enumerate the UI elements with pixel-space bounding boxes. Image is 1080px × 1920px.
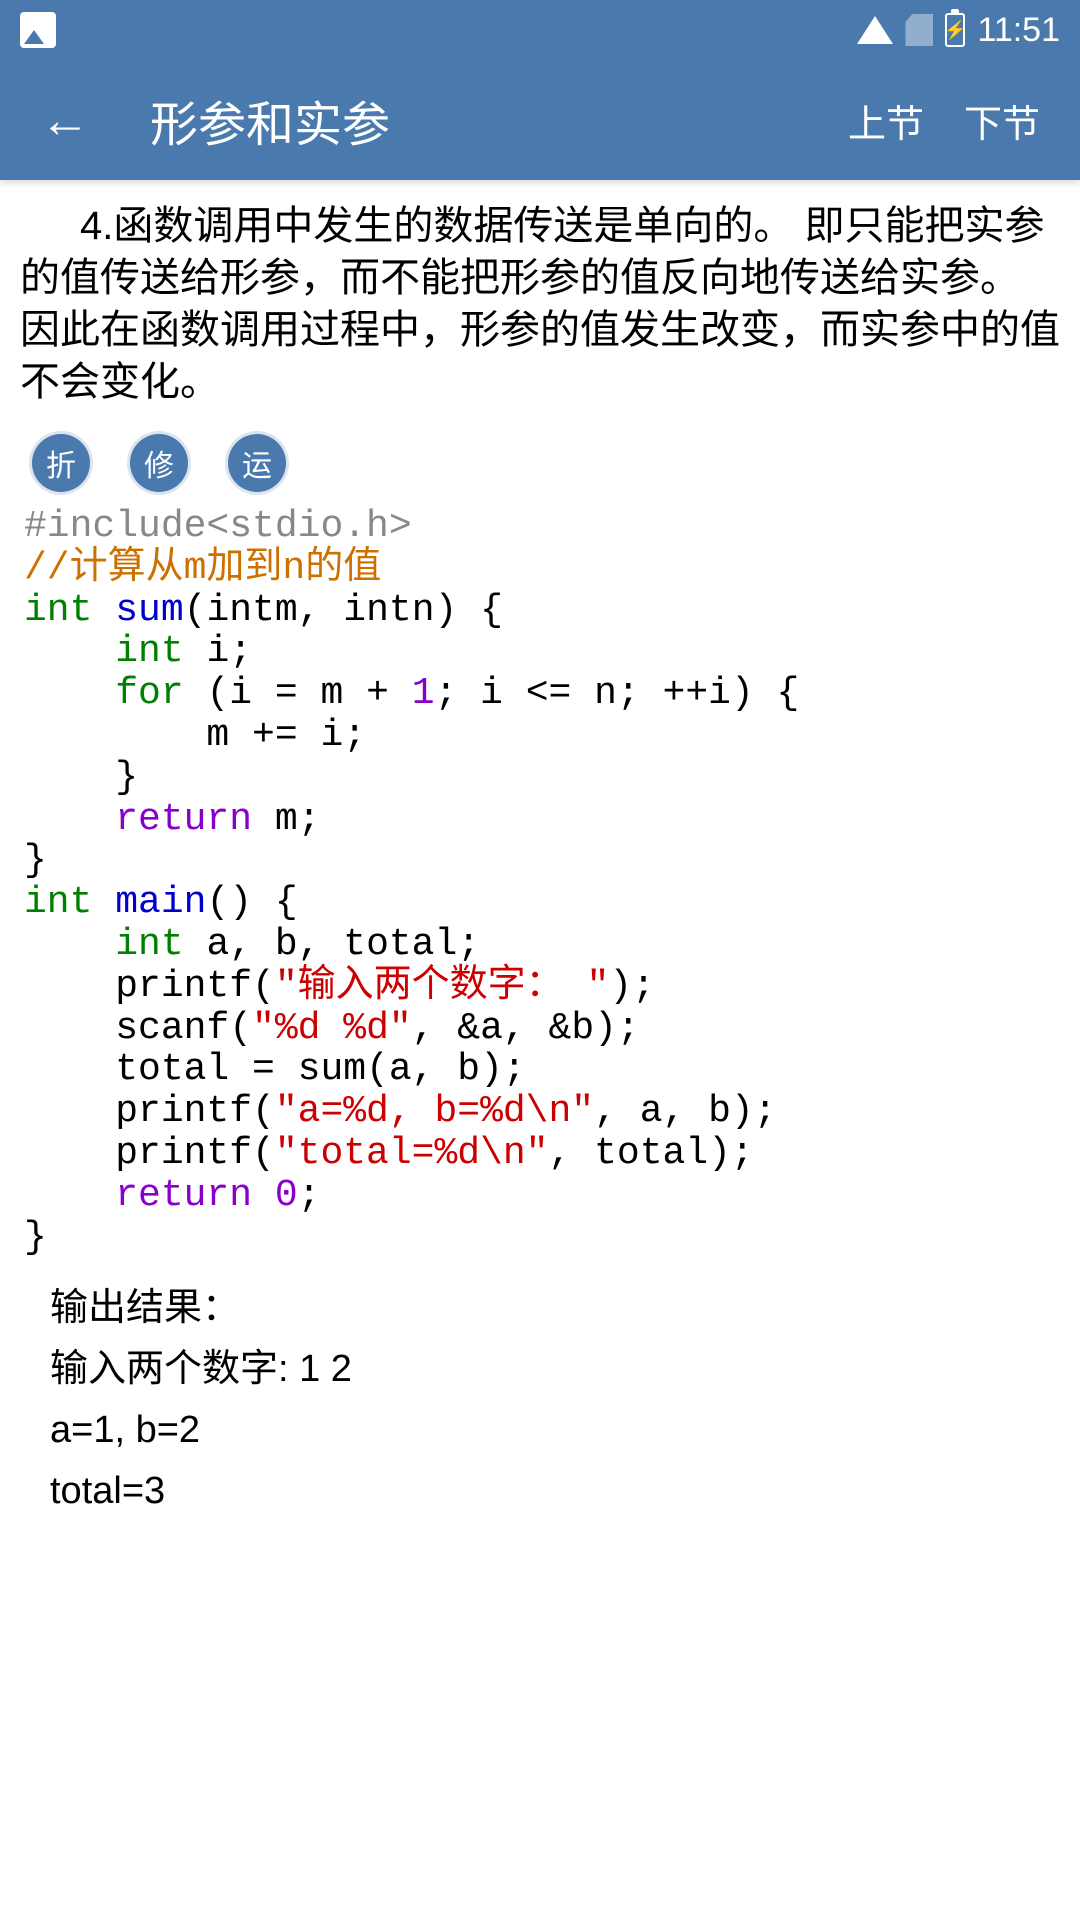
picture-icon	[20, 12, 56, 48]
code-text: printf(	[24, 965, 275, 1008]
code-text: i;	[184, 630, 252, 673]
status-time: 11:51	[977, 11, 1060, 50]
code-str: "输入两个数字： "	[275, 965, 609, 1008]
battery-charging-icon: ⚡	[945, 13, 965, 47]
code-func: sum	[115, 589, 183, 632]
code-kw: return	[115, 1174, 252, 1217]
code-kw: int	[24, 881, 92, 924]
app-bar: ← 形参和实参 上节 下节	[0, 60, 1080, 180]
output-label: 输出结果：	[50, 1278, 1030, 1339]
output-line: total=3	[50, 1461, 1030, 1522]
status-right: ⚡ 11:51	[857, 11, 1060, 50]
fold-button[interactable]: 折	[32, 434, 90, 492]
code-text: );	[609, 965, 655, 1008]
code-text: m;	[252, 798, 320, 841]
code-text: (intm, intn) {	[184, 589, 503, 632]
code-str: "a=%d, b=%d\n"	[275, 1090, 594, 1133]
code-num: 0	[275, 1174, 298, 1217]
code-text: , &a, &b);	[412, 1007, 640, 1050]
code-comment: //计算从m加到n的值	[24, 547, 381, 590]
back-button[interactable]: ←	[40, 91, 90, 149]
status-bar: ⚡ 11:51	[0, 0, 1080, 60]
output-line: a=1, b=2	[50, 1400, 1030, 1461]
code-text: }	[24, 1216, 47, 1259]
wifi-icon	[857, 16, 893, 44]
code-text: , a, b);	[594, 1090, 776, 1133]
output-line: 输入两个数字: 1 2	[50, 1339, 1030, 1400]
code-text: scanf(	[24, 1007, 252, 1050]
code-text: ; i <= n; ++i) {	[435, 672, 800, 715]
code-kw: return	[115, 798, 252, 841]
code-num: 1	[412, 672, 435, 715]
code-str: "%d %d"	[252, 1007, 412, 1050]
code-kw: for	[115, 672, 183, 715]
code-text	[252, 1174, 275, 1217]
code-kw: int	[24, 589, 92, 632]
run-button[interactable]: 运	[228, 434, 286, 492]
code-text: total = sum(a, b);	[24, 1048, 526, 1091]
code-toolbar: 折 修 运	[20, 428, 1060, 506]
code-text: printf(	[24, 1090, 275, 1133]
code-text: () {	[206, 881, 297, 924]
code-text: (i = m +	[184, 672, 412, 715]
next-chapter-link[interactable]: 下节	[964, 93, 1040, 148]
code-str: "total=%d\n"	[275, 1132, 549, 1175]
output-section: 输出结果： 输入两个数字: 1 2 a=1, b=2 total=3	[20, 1258, 1060, 1541]
code-text: printf(	[24, 1132, 275, 1175]
paragraph-text: 4.函数调用中发生的数据传送是单向的。 即只能把实参的值传送给形参，而不能把形参…	[20, 200, 1060, 408]
page-title: 形参和实参	[150, 85, 808, 155]
content-area: 4.函数调用中发生的数据传送是单向的。 即只能把实参的值传送给形参，而不能把形参…	[0, 180, 1080, 1562]
code-include: #include<stdio.h>	[24, 505, 412, 548]
code-func: main	[115, 881, 206, 924]
prev-chapter-link[interactable]: 上节	[848, 93, 924, 148]
code-text: ;	[298, 1174, 321, 1217]
code-block: #include<stdio.h> //计算从m加到n的值 int sum(in…	[20, 506, 1060, 1258]
no-sim-icon	[905, 14, 933, 46]
code-text: m += i;	[24, 714, 366, 757]
code-kw: int	[115, 923, 183, 966]
status-left	[20, 12, 56, 48]
edit-button[interactable]: 修	[130, 434, 188, 492]
code-text: , total);	[549, 1132, 754, 1175]
code-text: }	[24, 839, 47, 882]
code-kw: int	[115, 630, 183, 673]
code-text: a, b, total;	[184, 923, 480, 966]
code-text: }	[24, 756, 138, 799]
